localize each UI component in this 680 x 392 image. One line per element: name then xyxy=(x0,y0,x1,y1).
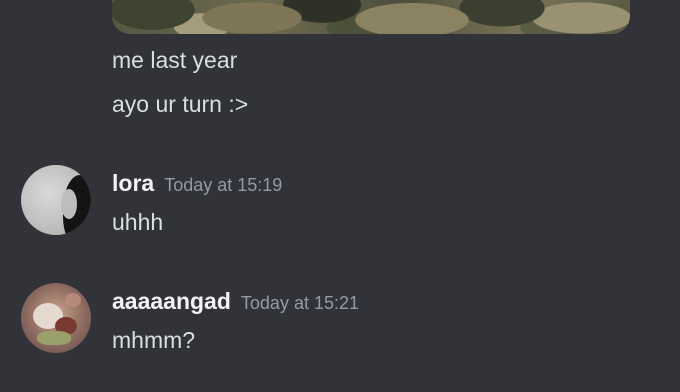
avatar-face xyxy=(61,189,77,219)
message-timestamp: Today at 15:21 xyxy=(240,293,359,313)
avatar-art xyxy=(65,293,81,307)
username-aaaaangad[interactable]: aaaaangad xyxy=(112,288,231,314)
message-text: ayo ur turn :> xyxy=(112,91,249,117)
message-timestamp: Today at 15:19 xyxy=(164,175,283,195)
message-text: uhhh xyxy=(112,209,164,235)
avatar-art xyxy=(37,331,71,345)
message-header: lora Today at 15:19 xyxy=(112,169,282,199)
message-header: aaaaangad Today at 15:21 xyxy=(112,287,359,317)
image-attachment[interactable] xyxy=(112,0,630,34)
avatar-lora[interactable] xyxy=(21,165,91,235)
avatar-aaaaangad[interactable] xyxy=(21,283,91,353)
message-text: me last year xyxy=(112,47,238,73)
message-text: mhmm? xyxy=(112,327,196,353)
chat-message-list: me last year ayo ur turn :> lora Today at… xyxy=(0,0,680,392)
username-lora[interactable]: lora xyxy=(112,170,154,196)
